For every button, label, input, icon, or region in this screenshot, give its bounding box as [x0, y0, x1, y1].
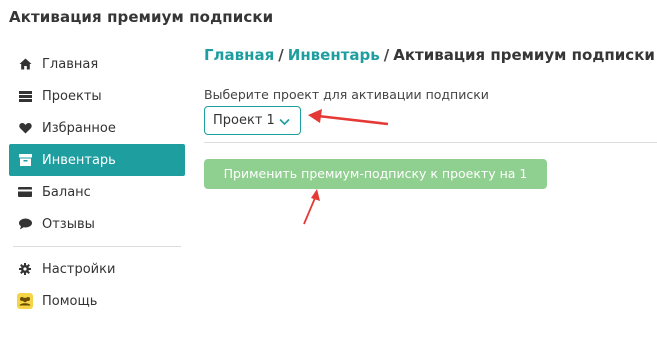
sidebar-item-projects[interactable]: Проекты	[9, 80, 185, 112]
gear-icon	[17, 261, 33, 277]
sidebar-item-label: Настройки	[42, 261, 116, 277]
breadcrumb-inventory-link[interactable]: Инвентарь	[288, 46, 380, 64]
sidebar-item-settings[interactable]: Настройки	[9, 253, 185, 285]
main-content: Главная / Инвентарь / Активация премиум подп…	[204, 46, 657, 211]
sidebar-item-label: Отзывы	[42, 216, 95, 232]
breadcrumb: Главная / Инвентарь / Активация премиум подп…	[204, 46, 657, 64]
sidebar-item-label: Помощь	[42, 293, 98, 309]
breadcrumb-home-link[interactable]: Главная	[204, 46, 274, 64]
sidebar-item-label: Избранное	[42, 120, 116, 136]
heart-icon	[17, 120, 33, 136]
sidebar-item-label: Инвентарь	[42, 152, 116, 168]
annotation-arrow-select	[308, 109, 389, 126]
chevron-down-icon	[279, 115, 290, 130]
breadcrumb-separator: /	[383, 46, 390, 64]
sidebar-item-label: Проекты	[42, 88, 102, 104]
sidebar-divider	[13, 246, 181, 247]
archive-icon	[17, 152, 33, 168]
breadcrumb-current: Активация премиум подписки	[393, 46, 655, 64]
comment-icon	[17, 216, 33, 232]
project-select[interactable]: Проект 1	[204, 106, 301, 135]
project-select-label: Выберите проект для активации подписки	[204, 87, 489, 102]
sidebar-item-label: Главная	[42, 56, 99, 72]
home-icon	[17, 56, 33, 72]
sidebar-item-reviews[interactable]: Отзывы	[9, 208, 185, 240]
sidebar-item-label: Баланс	[42, 184, 91, 200]
sidebar: Главная Проекты Избранное Инвентарь Бала…	[9, 48, 185, 317]
sidebar-item-favorites[interactable]: Избранное	[9, 112, 185, 144]
credit-card-icon	[17, 184, 33, 200]
apply-premium-button[interactable]: Применить премиум-подписку к проекту на …	[204, 159, 547, 211]
annotation-arrow-button	[303, 189, 320, 225]
breadcrumb-separator: /	[278, 46, 284, 64]
sidebar-item-home[interactable]: Главная	[9, 48, 185, 80]
project-select-value: Проект 1	[213, 113, 275, 128]
section-divider	[204, 142, 657, 143]
sidebar-item-inventory[interactable]: Инвентарь	[9, 144, 185, 176]
sidebar-item-balance[interactable]: Баланс	[9, 176, 185, 208]
users-icon	[17, 293, 33, 309]
page-title: Активация премиум подписки	[9, 8, 274, 26]
list-icon	[17, 88, 33, 104]
sidebar-item-help[interactable]: Помощь	[9, 285, 185, 317]
